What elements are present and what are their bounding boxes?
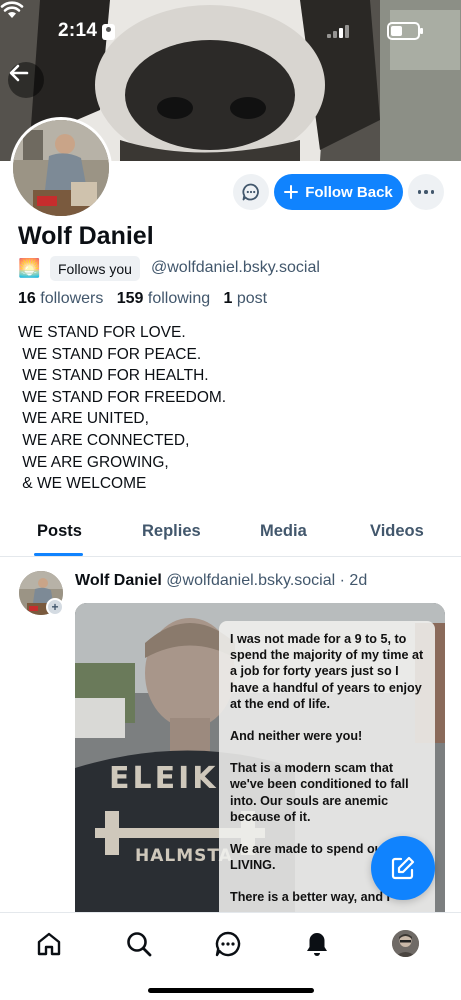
follow-back-label: Follow Back <box>305 183 393 201</box>
tab-videos[interactable]: Videos <box>370 522 424 541</box>
battery-icon <box>387 22 423 40</box>
nav-search[interactable] <box>124 929 154 959</box>
dot <box>430 190 435 194</box>
tab-posts[interactable]: Posts <box>37 522 82 541</box>
post-age: 2d <box>349 572 368 589</box>
post-author-handle[interactable]: @wolfdaniel.bsky.social <box>166 572 335 589</box>
display-name: Wolf Daniel <box>18 222 154 250</box>
plus-icon <box>284 185 299 199</box>
nav-notifications[interactable] <box>302 929 332 959</box>
bottom-navigation <box>0 912 461 1000</box>
dot <box>424 190 428 194</box>
bell-icon <box>307 933 327 956</box>
home-icon <box>37 932 61 956</box>
followers-count: 16 <box>18 290 36 307</box>
following-count: 159 <box>116 290 144 307</box>
followers-link[interactable]: 16 followers <box>18 290 103 307</box>
follow-plus-icon[interactable]: + <box>46 598 64 616</box>
active-tab-indicator <box>34 553 83 556</box>
following-label: following <box>147 290 211 307</box>
profile-avatar[interactable] <box>10 117 112 219</box>
home-indicator <box>148 988 314 993</box>
avatar-image <box>13 120 109 216</box>
nav-profile-avatar[interactable] <box>392 930 419 957</box>
chat-icon <box>215 931 241 957</box>
dot <box>417 190 422 194</box>
shirt-text-top: ELEIK <box>109 761 219 796</box>
id-card-icon <box>102 24 115 40</box>
arrow-left-icon <box>9 64 29 82</box>
following-link[interactable]: 159 following <box>117 290 210 307</box>
search-icon <box>127 932 152 957</box>
image-quote-line: And neither were you! <box>230 729 363 744</box>
more-options-button[interactable] <box>408 174 444 210</box>
back-button[interactable] <box>8 62 44 98</box>
avatar-image <box>392 930 419 957</box>
tab-media[interactable]: Media <box>260 522 307 541</box>
tab-replies[interactable]: Replies <box>142 522 201 541</box>
posts-stat: 1 post <box>224 290 268 307</box>
post-author-name[interactable]: Wolf Daniel <box>75 572 162 589</box>
follow-back-button[interactable]: Follow Back <box>274 174 403 210</box>
message-button[interactable] <box>233 174 269 210</box>
follows-you-badge: Follows you <box>50 256 140 281</box>
nav-home[interactable] <box>34 929 64 959</box>
image-quote-line: That is a modern scam that we've been co… <box>230 761 409 824</box>
signal-icon <box>327 24 349 38</box>
nav-chat[interactable] <box>213 929 243 959</box>
status-bar: 2:14 <box>0 0 461 62</box>
status-time: 2:14 <box>58 20 98 41</box>
compose-button[interactable] <box>371 836 435 900</box>
image-quote-line: I was not made for a 9 to 5, to spend th… <box>230 632 424 711</box>
profile-bio: WE STAND FOR LOVE. WE STAND FOR PEACE. W… <box>18 324 227 493</box>
followers-label: followers <box>40 290 104 307</box>
wifi-icon <box>0 1 24 18</box>
profile-handle: @wolfdaniel.bsky.social <box>151 259 320 276</box>
post-header: Wolf Daniel @wolfdaniel.bsky.social · 2d <box>75 572 367 590</box>
chat-bubble-icon <box>242 183 259 201</box>
sunrise-emoji: 🌅 <box>18 258 41 278</box>
profile-tabs: Posts Replies Media Videos <box>0 512 461 557</box>
posts-label: post <box>236 290 268 307</box>
profile-stats: 16 followers 159 following 1 post <box>18 290 267 308</box>
compose-icon <box>391 856 415 880</box>
posts-count: 1 <box>223 290 233 307</box>
post-separator: · <box>339 572 345 589</box>
